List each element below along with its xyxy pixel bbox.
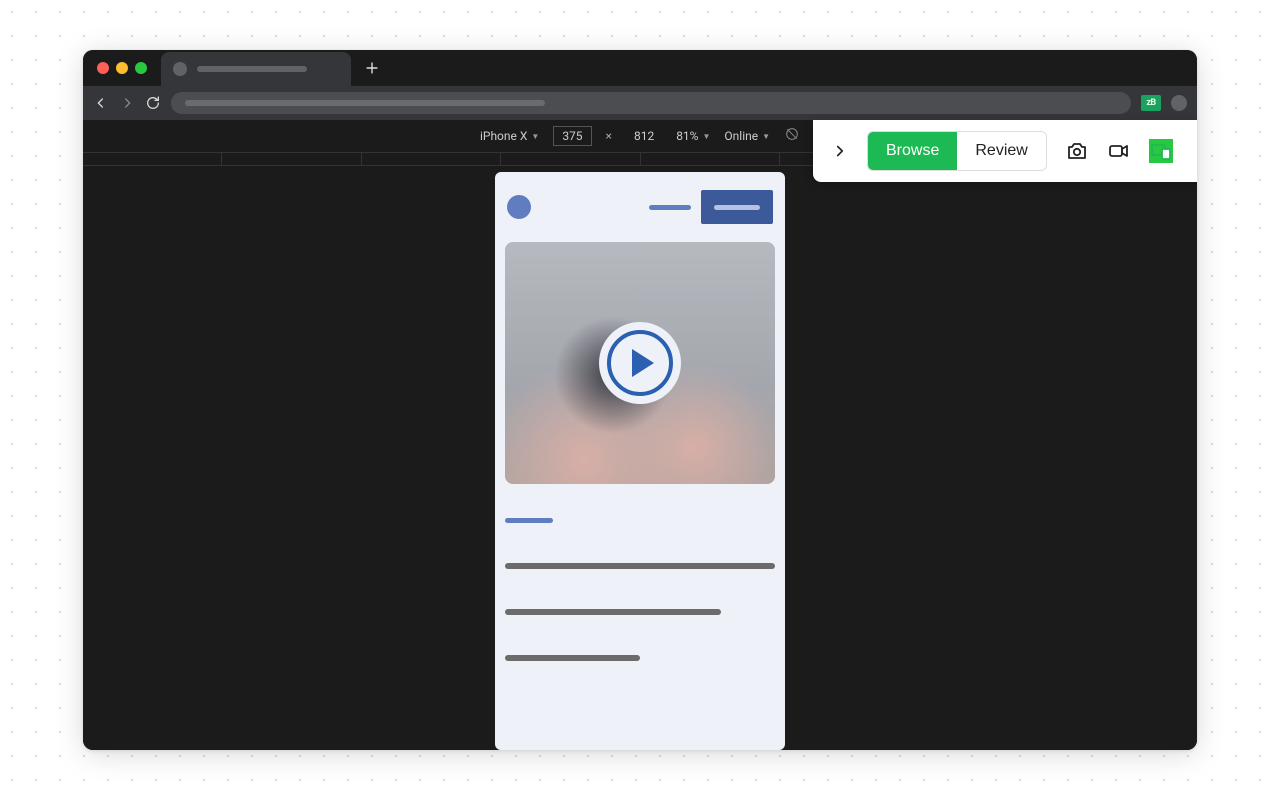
text-line-placeholder xyxy=(505,563,775,569)
traffic-lights xyxy=(97,62,147,74)
tab-title-placeholder xyxy=(197,66,307,72)
network-value: Online xyxy=(724,129,758,143)
chevron-down-icon: ▼ xyxy=(762,132,770,141)
category-label-placeholder xyxy=(505,518,553,523)
play-button[interactable] xyxy=(599,322,681,404)
mobile-preview xyxy=(495,172,785,750)
text-line-placeholder xyxy=(505,609,721,615)
close-window-button[interactable] xyxy=(97,62,109,74)
address-bar-row: zB xyxy=(83,86,1197,120)
tab-strip xyxy=(83,50,1197,86)
chevron-down-icon: ▼ xyxy=(702,132,710,141)
mobile-content xyxy=(495,242,785,661)
forward-button[interactable] xyxy=(119,95,135,111)
dimension-separator: × xyxy=(606,129,612,143)
browser-tab[interactable] xyxy=(161,52,351,86)
url-bar[interactable] xyxy=(171,92,1131,114)
zoom-select[interactable]: 81% ▼ xyxy=(676,129,710,143)
viewport-width-input[interactable]: 375 xyxy=(553,126,591,146)
text-line-placeholder xyxy=(505,655,640,661)
video-icon[interactable] xyxy=(1107,139,1131,163)
responsive-icon[interactable] xyxy=(1149,139,1173,163)
mobile-header xyxy=(495,172,785,242)
viewport-height-value: 812 xyxy=(634,129,654,143)
maximize-window-button[interactable] xyxy=(135,62,147,74)
extension-badge-label: zB xyxy=(1146,98,1155,108)
play-icon xyxy=(607,330,673,396)
video-thumbnail[interactable] xyxy=(505,242,775,484)
device-viewport xyxy=(83,166,1197,750)
browser-window: zB iPhone X ▼ 375 × 812 81% ▼ Online ▼ xyxy=(83,50,1197,750)
review-mode-button[interactable]: Review xyxy=(957,132,1045,170)
zoom-value: 81% xyxy=(676,129,698,143)
new-tab-button[interactable] xyxy=(365,61,379,75)
cta-button[interactable] xyxy=(701,190,773,224)
device-name: iPhone X xyxy=(480,129,527,143)
cta-label-placeholder xyxy=(714,205,760,210)
minimize-window-button[interactable] xyxy=(116,62,128,74)
rotate-device-button[interactable] xyxy=(784,126,800,146)
collapse-toolbar-button[interactable] xyxy=(831,142,849,160)
mobile-header-right xyxy=(649,190,773,224)
nav-link-placeholder[interactable] xyxy=(649,205,691,210)
network-throttle-select[interactable]: Online ▼ xyxy=(724,129,770,143)
viewport-width-value: 375 xyxy=(562,129,582,143)
extension-badge[interactable]: zB xyxy=(1141,95,1161,111)
site-logo[interactable] xyxy=(507,195,531,219)
back-button[interactable] xyxy=(93,95,109,111)
browse-mode-button[interactable]: Browse xyxy=(868,132,957,170)
tab-favicon xyxy=(173,62,187,76)
reload-button[interactable] xyxy=(145,95,161,111)
camera-icon[interactable] xyxy=(1065,139,1089,163)
viewport-height-input[interactable]: 812 xyxy=(626,127,662,145)
profile-avatar[interactable] xyxy=(1171,95,1187,111)
extension-toolbar: Browse Review xyxy=(813,120,1197,182)
device-select[interactable]: iPhone X ▼ xyxy=(480,129,539,143)
chevron-down-icon: ▼ xyxy=(531,132,539,141)
mode-toggle: Browse Review xyxy=(867,131,1047,171)
url-placeholder xyxy=(185,100,545,106)
